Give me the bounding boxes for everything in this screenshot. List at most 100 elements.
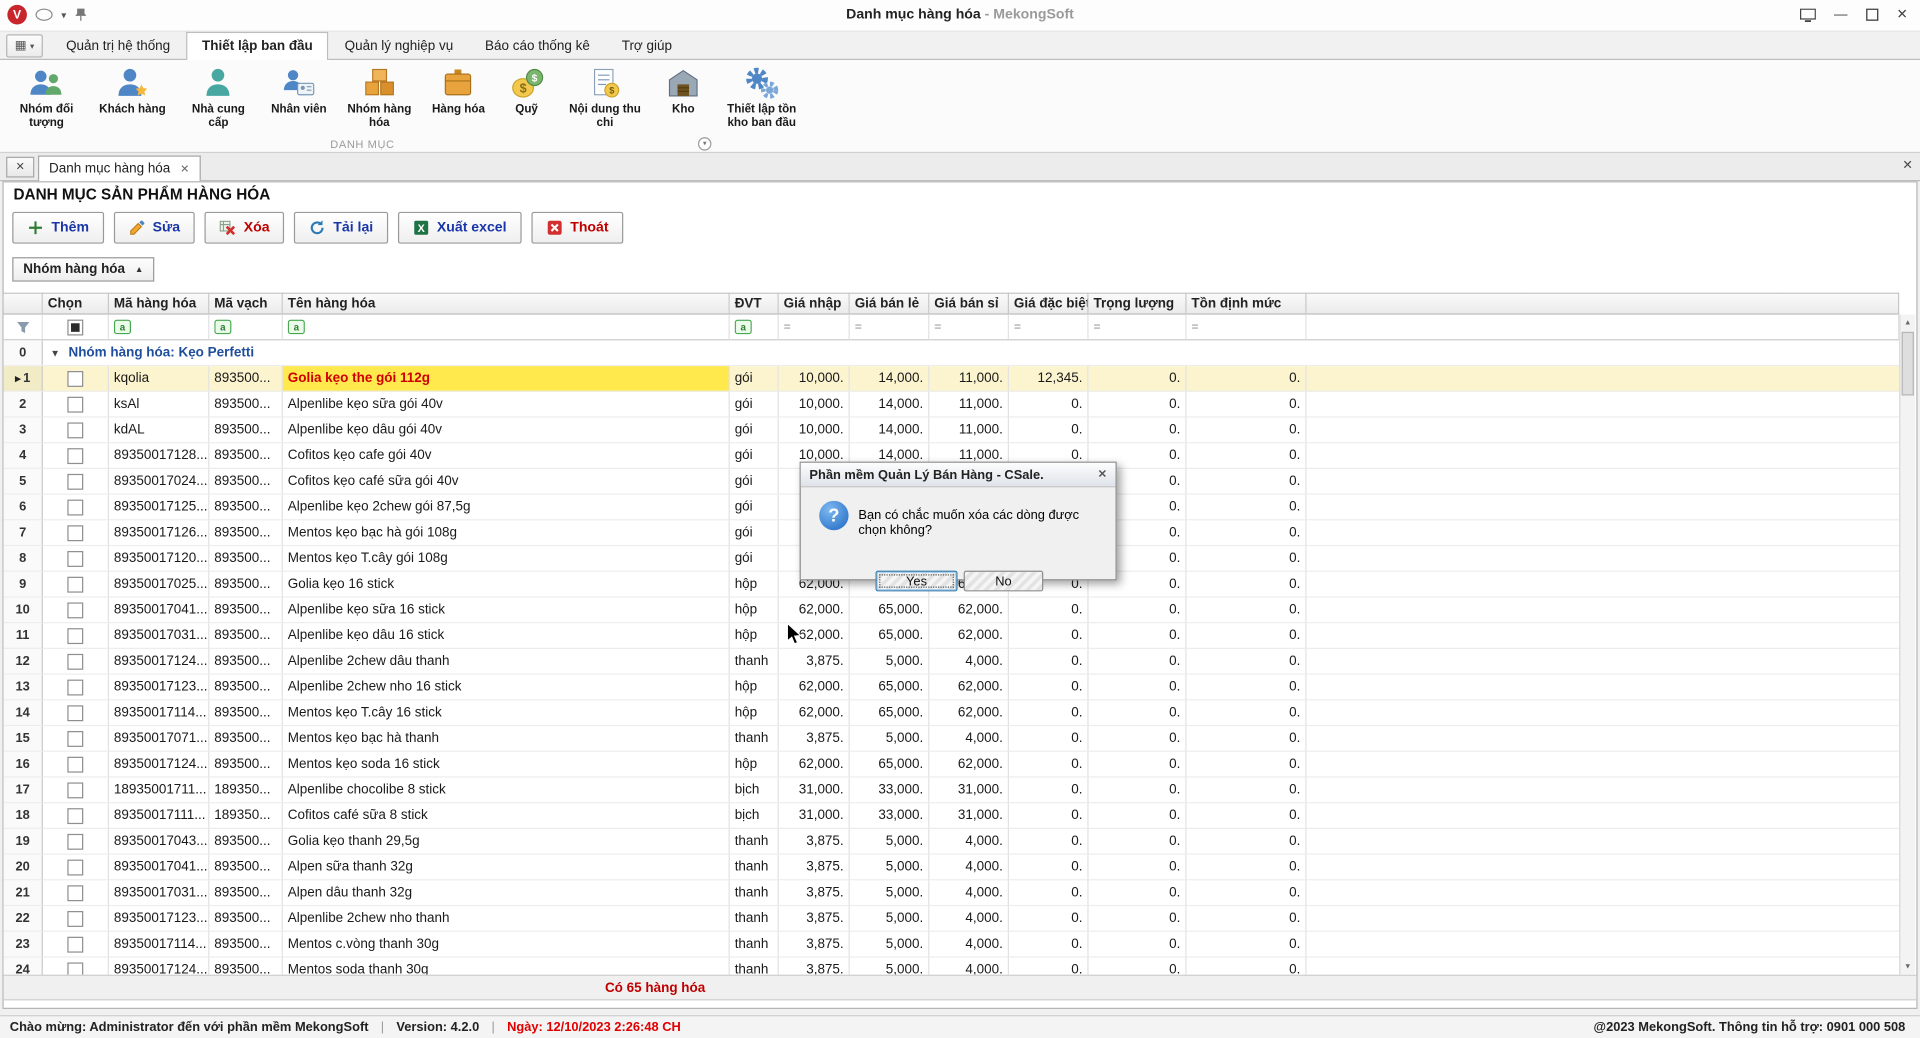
- ribbon-item[interactable]: Nhóm đối tượng: [7, 64, 85, 131]
- ribbon-item[interactable]: $$Quỹ: [498, 64, 554, 118]
- group-dialog-launcher-icon[interactable]: ▾: [698, 137, 711, 150]
- column-header[interactable]: Tên hàng hóa: [283, 293, 730, 315]
- row-select-cell[interactable]: [43, 726, 109, 752]
- minimize-icon[interactable]: —: [1834, 5, 1847, 25]
- row-checkbox[interactable]: [67, 370, 83, 386]
- column-header[interactable]: ĐVT: [730, 293, 779, 315]
- group-row[interactable]: 0 ▼ Nhóm hàng hóa: Kẹo Perfetti: [4, 340, 1900, 366]
- filter-equals-icon[interactable]: =: [929, 315, 1009, 339]
- row-checkbox[interactable]: [67, 550, 83, 566]
- table-row[interactable]: 2ksAl893500...Alpenlibe kẹo sữa gói 40vg…: [4, 392, 1900, 418]
- row-select-cell[interactable]: [43, 675, 109, 701]
- row-select-cell[interactable]: [43, 598, 109, 624]
- row-checkbox[interactable]: [67, 679, 83, 695]
- row-select-cell[interactable]: [43, 880, 109, 906]
- maximize-icon[interactable]: [1866, 9, 1878, 21]
- row-select-cell[interactable]: [43, 932, 109, 958]
- scroll-down-arrow-icon[interactable]: ▼: [1900, 959, 1915, 975]
- ribbon-menu-button[interactable]: ▦▾: [6, 34, 43, 57]
- table-row[interactable]: 1089350017041...893500...Alpenlibe kẹo s…: [4, 598, 1900, 624]
- ribbon-item[interactable]: Thiết lập tồn kho ban đầu: [723, 64, 801, 131]
- row-select-cell[interactable]: [43, 546, 109, 572]
- dialog-titlebar[interactable]: Phần mềm Quản Lý Bán Hàng - CSale. ✕: [801, 463, 1116, 487]
- row-checkbox[interactable]: [67, 782, 83, 798]
- row-checkbox[interactable]: [67, 448, 83, 464]
- column-header[interactable]: Giá bán sỉ: [929, 293, 1009, 315]
- column-header[interactable]: Mã hàng hóa: [109, 293, 209, 315]
- filter-equals-icon[interactable]: =: [1009, 315, 1089, 339]
- row-select-cell[interactable]: [43, 443, 109, 469]
- dialog-close-icon[interactable]: ✕: [1098, 468, 1107, 481]
- row-checkbox[interactable]: [67, 833, 83, 849]
- ribbon-item[interactable]: $Nội dung thu chi: [566, 64, 644, 131]
- table-row[interactable]: 3kdAL893500...Alpenlibe kẹo dâu gói 40vg…: [4, 418, 1900, 444]
- fit-screen-icon[interactable]: [1800, 8, 1816, 21]
- row-select-cell[interactable]: [43, 803, 109, 829]
- table-row[interactable]: 2489350017124...893500...Mentos soda tha…: [4, 958, 1900, 975]
- panel-close-icon[interactable]: ✕: [1902, 159, 1912, 172]
- yes-button[interactable]: Yes: [876, 571, 958, 592]
- close-all-tabs-button[interactable]: ✕: [6, 157, 34, 178]
- filter-text-icon[interactable]: a: [209, 315, 282, 339]
- row-checkbox[interactable]: [67, 885, 83, 901]
- ribbon-item[interactable]: Nhân viên: [269, 64, 329, 118]
- table-row[interactable]: 1989350017043...893500...Golia kẹo thanh…: [4, 829, 1900, 855]
- table-row[interactable]: 1289350017124...893500...Alpenlibe 2chew…: [4, 649, 1900, 675]
- column-header[interactable]: Chọn: [43, 293, 109, 315]
- scroll-up-arrow-icon[interactable]: ▲: [1900, 315, 1915, 331]
- ribbon-item[interactable]: Nhóm hàng hóa: [340, 64, 418, 131]
- select-all-checkbox[interactable]: [43, 315, 109, 339]
- document-tab[interactable]: Danh mục hàng hóa ✕: [38, 156, 200, 182]
- row-checkbox[interactable]: [67, 576, 83, 592]
- row-select-cell[interactable]: [43, 623, 109, 649]
- row-checkbox[interactable]: [67, 705, 83, 721]
- row-checkbox[interactable]: [67, 730, 83, 746]
- row-select-cell[interactable]: [43, 829, 109, 855]
- row-select-cell[interactable]: [43, 572, 109, 598]
- ribbon-tab-3[interactable]: Báo cáo thống kê: [469, 32, 606, 59]
- table-row[interactable]: 1189350017031...893500...Alpenlibe kẹo d…: [4, 623, 1900, 649]
- export-excel-button[interactable]: XXuất excel: [398, 212, 522, 244]
- row-checkbox[interactable]: [67, 473, 83, 489]
- column-header[interactable]: Giá nhập: [779, 293, 850, 315]
- group-filter-dropdown[interactable]: Nhóm hàng hóa ▲: [12, 257, 154, 281]
- row-checkbox[interactable]: [67, 499, 83, 515]
- delete-button[interactable]: Xóa: [205, 212, 285, 244]
- row-select-cell[interactable]: [43, 906, 109, 932]
- scrollbar-thumb[interactable]: [1902, 332, 1914, 396]
- ribbon-item[interactable]: Nhà cung cấp: [179, 64, 257, 131]
- exit-button[interactable]: Thoát: [531, 212, 623, 244]
- filter-text-icon[interactable]: a: [109, 315, 209, 339]
- row-checkbox[interactable]: [67, 910, 83, 926]
- row-checkbox[interactable]: [67, 396, 83, 412]
- tab-close-icon[interactable]: ✕: [180, 162, 189, 175]
- column-header[interactable]: Tồn định mức: [1187, 293, 1307, 315]
- filter-text-icon[interactable]: a: [730, 315, 779, 339]
- row-select-cell[interactable]: [43, 778, 109, 804]
- ribbon-tab-2[interactable]: Quản lý nghiệp vụ: [329, 32, 469, 59]
- ribbon-tab-0[interactable]: Quản trị hệ thống: [50, 32, 186, 59]
- table-row[interactable]: 1689350017124...893500...Mentos kẹo soda…: [4, 752, 1900, 778]
- table-row[interactable]: 2189350017031...893500...Alpen dâu thanh…: [4, 880, 1900, 906]
- table-row[interactable]: 1589350017071...893500...Mentos kẹo bạc …: [4, 726, 1900, 752]
- table-row[interactable]: 1718935001711...189350...Alpenlibe choco…: [4, 778, 1900, 804]
- table-row[interactable]: ▸1kqolia893500...Golia kẹo the gói 112gg…: [4, 366, 1900, 392]
- row-select-cell[interactable]: [43, 495, 109, 521]
- row-select-cell[interactable]: [43, 855, 109, 881]
- row-select-cell[interactable]: [43, 958, 109, 975]
- table-row[interactable]: 1389350017123...893500...Alpenlibe 2chew…: [4, 675, 1900, 701]
- table-row[interactable]: 1489350017114...893500...Mentos kẹo T.câ…: [4, 700, 1900, 726]
- filter-equals-icon[interactable]: =: [850, 315, 930, 339]
- ribbon-item[interactable]: Khách hàng: [97, 64, 168, 118]
- row-select-cell[interactable]: [43, 469, 109, 495]
- row-checkbox[interactable]: [67, 602, 83, 618]
- table-row[interactable]: 1889350017111...189350...Cofitos café sữ…: [4, 803, 1900, 829]
- filter-text-icon[interactable]: a: [283, 315, 730, 339]
- row-checkbox[interactable]: [67, 859, 83, 875]
- row-checkbox[interactable]: [67, 653, 83, 669]
- row-select-cell[interactable]: [43, 520, 109, 546]
- row-checkbox[interactable]: [67, 525, 83, 541]
- row-checkbox[interactable]: [67, 936, 83, 952]
- row-checkbox[interactable]: [67, 756, 83, 772]
- edit-button[interactable]: Sửa: [113, 212, 194, 244]
